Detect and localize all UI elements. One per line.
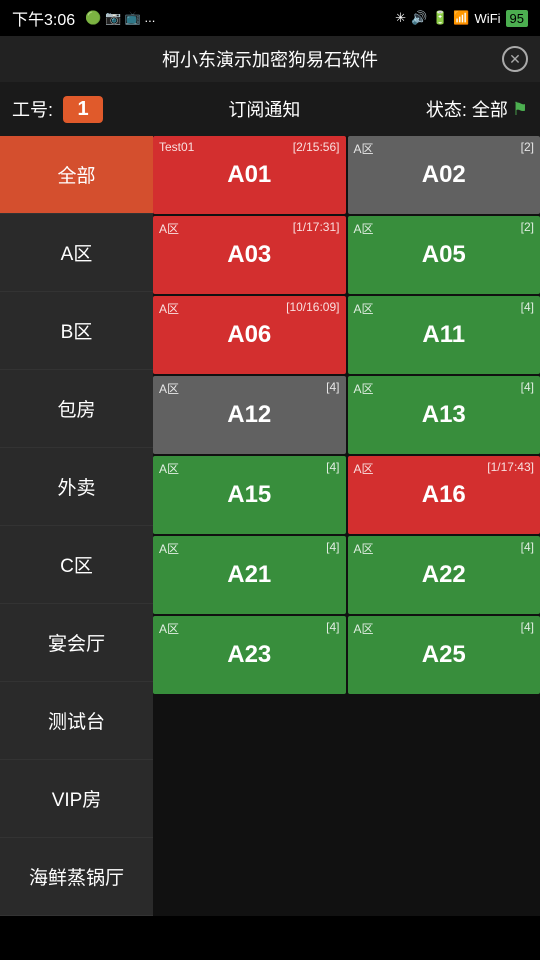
bluetooth-icon: ✳	[395, 10, 406, 26]
cell-area-tag: A区	[354, 300, 374, 317]
worker-label: 工号:	[12, 96, 53, 122]
table-cell-a06[interactable]: [10/16:09] A区 A06	[153, 296, 346, 374]
cell-title: A21	[227, 561, 271, 589]
worker-bar: 工号: 1 订阅通知 状态: 全部 ⚑	[0, 82, 540, 136]
cell-area-tag: A区	[354, 620, 374, 637]
cell-title: A06	[227, 321, 271, 349]
table-cell-a23[interactable]: [4] A区 A23	[153, 616, 346, 694]
cell-badge: [4]	[521, 380, 534, 394]
table-cell-a11[interactable]: [4] A区 A11	[348, 296, 540, 374]
cell-badge: [1/17:43]	[487, 460, 534, 474]
flag-icon: ⚑	[512, 99, 528, 120]
cell-title: A01	[227, 161, 271, 189]
cell-area-tag: A区	[159, 620, 179, 637]
app-title: 柯小东演示加密狗易石软件	[162, 50, 378, 70]
cell-title: A25	[422, 641, 466, 669]
cell-area-tag: A区	[159, 460, 179, 477]
sidebar-item-banquet[interactable]: 宴会厅	[0, 604, 153, 682]
cell-badge: [10/16:09]	[286, 300, 339, 314]
cell-badge: [2]	[521, 140, 534, 154]
table-cell-a15[interactable]: [4] A区 A15	[153, 456, 346, 534]
cell-area-tag: A区	[354, 380, 374, 397]
cell-title: A23	[227, 641, 271, 669]
table-row: [4] A区 A21 [4] A区 A22	[153, 536, 540, 614]
sidebar-item-c[interactable]: C区	[0, 526, 153, 604]
status-time: 下午3:06	[12, 6, 75, 30]
cell-badge: [4]	[326, 540, 339, 554]
signal-icon: 📶	[453, 10, 469, 26]
cell-badge: [4]	[521, 620, 534, 634]
table-cell-a25[interactable]: [4] A区 A25	[348, 616, 540, 694]
cell-area-tag: A区	[354, 140, 374, 157]
table-row: [2/15:56] Test01 A01 [2] A区 A02	[153, 136, 540, 214]
cell-badge: [2]	[521, 220, 534, 234]
sidebar-item-b[interactable]: B区	[0, 292, 153, 370]
battery-icon: 🔋	[432, 10, 448, 26]
table-row: [1/17:31] A区 A03 [2] A区 A05	[153, 216, 540, 294]
cell-badge: [4]	[521, 300, 534, 314]
cell-title: A16	[422, 481, 466, 509]
table-cell-a13[interactable]: [4] A区 A13	[348, 376, 540, 454]
cell-badge: [1/17:31]	[293, 220, 340, 234]
table-row: [4] A区 A12 [4] A区 A13	[153, 376, 540, 454]
cell-title: A13	[422, 401, 466, 429]
table-row: [10/16:09] A区 A06 [4] A区 A11	[153, 296, 540, 374]
cell-badge: [4]	[326, 380, 339, 394]
notify-button[interactable]: 订阅通知	[113, 96, 416, 122]
cell-area-tag: A区	[159, 380, 179, 397]
sidebar-item-room[interactable]: 包房	[0, 370, 153, 448]
table-cell-a22[interactable]: [4] A区 A22	[348, 536, 540, 614]
sidebar-item-takeout[interactable]: 外卖	[0, 448, 153, 526]
cell-title: A02	[422, 161, 466, 189]
status-app-icons: 🟢 📷 📺 ...	[85, 10, 155, 26]
table-cell-a21[interactable]: [4] A区 A21	[153, 536, 346, 614]
cell-area-tag: A区	[159, 540, 179, 557]
table-cell-a16[interactable]: [1/17:43] A区 A16	[348, 456, 540, 534]
table-cell-a01[interactable]: [2/15:56] Test01 A01	[153, 136, 346, 214]
cell-title: A22	[422, 561, 466, 589]
table-cell-a12[interactable]: [4] A区 A12	[153, 376, 346, 454]
sidebar-item-all[interactable]: 全部	[0, 136, 153, 214]
sidebar-item-vip[interactable]: VIP房	[0, 760, 153, 838]
table-grid: [2/15:56] Test01 A01 [2] A区 A02 [1/17:31] A区 A03…	[153, 136, 540, 916]
sidebar-item-seafood[interactable]: 海鲜蒸锅厅	[0, 838, 153, 916]
status-bar: 下午3:06 🟢 📷 📺 ... ✳ 🔊 🔋 📶 WiFi 95	[0, 0, 540, 36]
cell-area-tag: A区	[354, 220, 374, 237]
cell-title: A15	[227, 481, 271, 509]
cell-area-tag: Test01	[159, 140, 194, 154]
table-cell-a05[interactable]: [2] A区 A05	[348, 216, 540, 294]
cell-badge: [4]	[521, 540, 534, 554]
status-right-icons: ✳ 🔊 🔋 📶 WiFi 95	[395, 10, 528, 27]
table-row: [4] A区 A23 [4] A区 A25	[153, 616, 540, 694]
cell-area-tag: A区	[354, 540, 374, 557]
cell-area-tag: A区	[159, 300, 179, 317]
cell-area-tag: A区	[354, 460, 374, 477]
cell-title: A11	[422, 321, 465, 349]
main-content: 全部A区B区包房外卖C区宴会厅测试台VIP房海鲜蒸锅厅 [2/15:56]Tes…	[0, 136, 540, 916]
network-icon: WiFi	[475, 11, 501, 26]
sidebar: 全部A区B区包房外卖C区宴会厅测试台VIP房海鲜蒸锅厅	[0, 136, 153, 916]
battery-level: 95	[506, 10, 528, 27]
cell-area-tag: A区	[159, 220, 179, 237]
cell-title: A03	[227, 241, 271, 269]
cell-title: A05	[422, 241, 466, 269]
status-filter-label: 状态: 全部 ⚑	[426, 96, 528, 122]
title-bar: 柯小东演示加密狗易石软件 ✕	[0, 36, 540, 82]
table-row: [4] A区 A15 [1/17:43] A区 A16	[153, 456, 540, 534]
status-time-area: 下午3:06 🟢 📷 📺 ...	[12, 6, 155, 30]
cell-badge: [4]	[326, 620, 339, 634]
worker-badge: 1	[63, 96, 103, 123]
sidebar-item-test[interactable]: 测试台	[0, 682, 153, 760]
sidebar-item-a[interactable]: A区	[0, 214, 153, 292]
table-cell-a02[interactable]: [2] A区 A02	[348, 136, 540, 214]
close-button[interactable]: ✕	[502, 46, 528, 72]
table-cell-a03[interactable]: [1/17:31] A区 A03	[153, 216, 346, 294]
cell-badge: [4]	[326, 460, 339, 474]
cell-title: A12	[227, 401, 271, 429]
wifi-icon: 🔊	[411, 10, 427, 26]
cell-badge: [2/15:56]	[293, 140, 340, 154]
